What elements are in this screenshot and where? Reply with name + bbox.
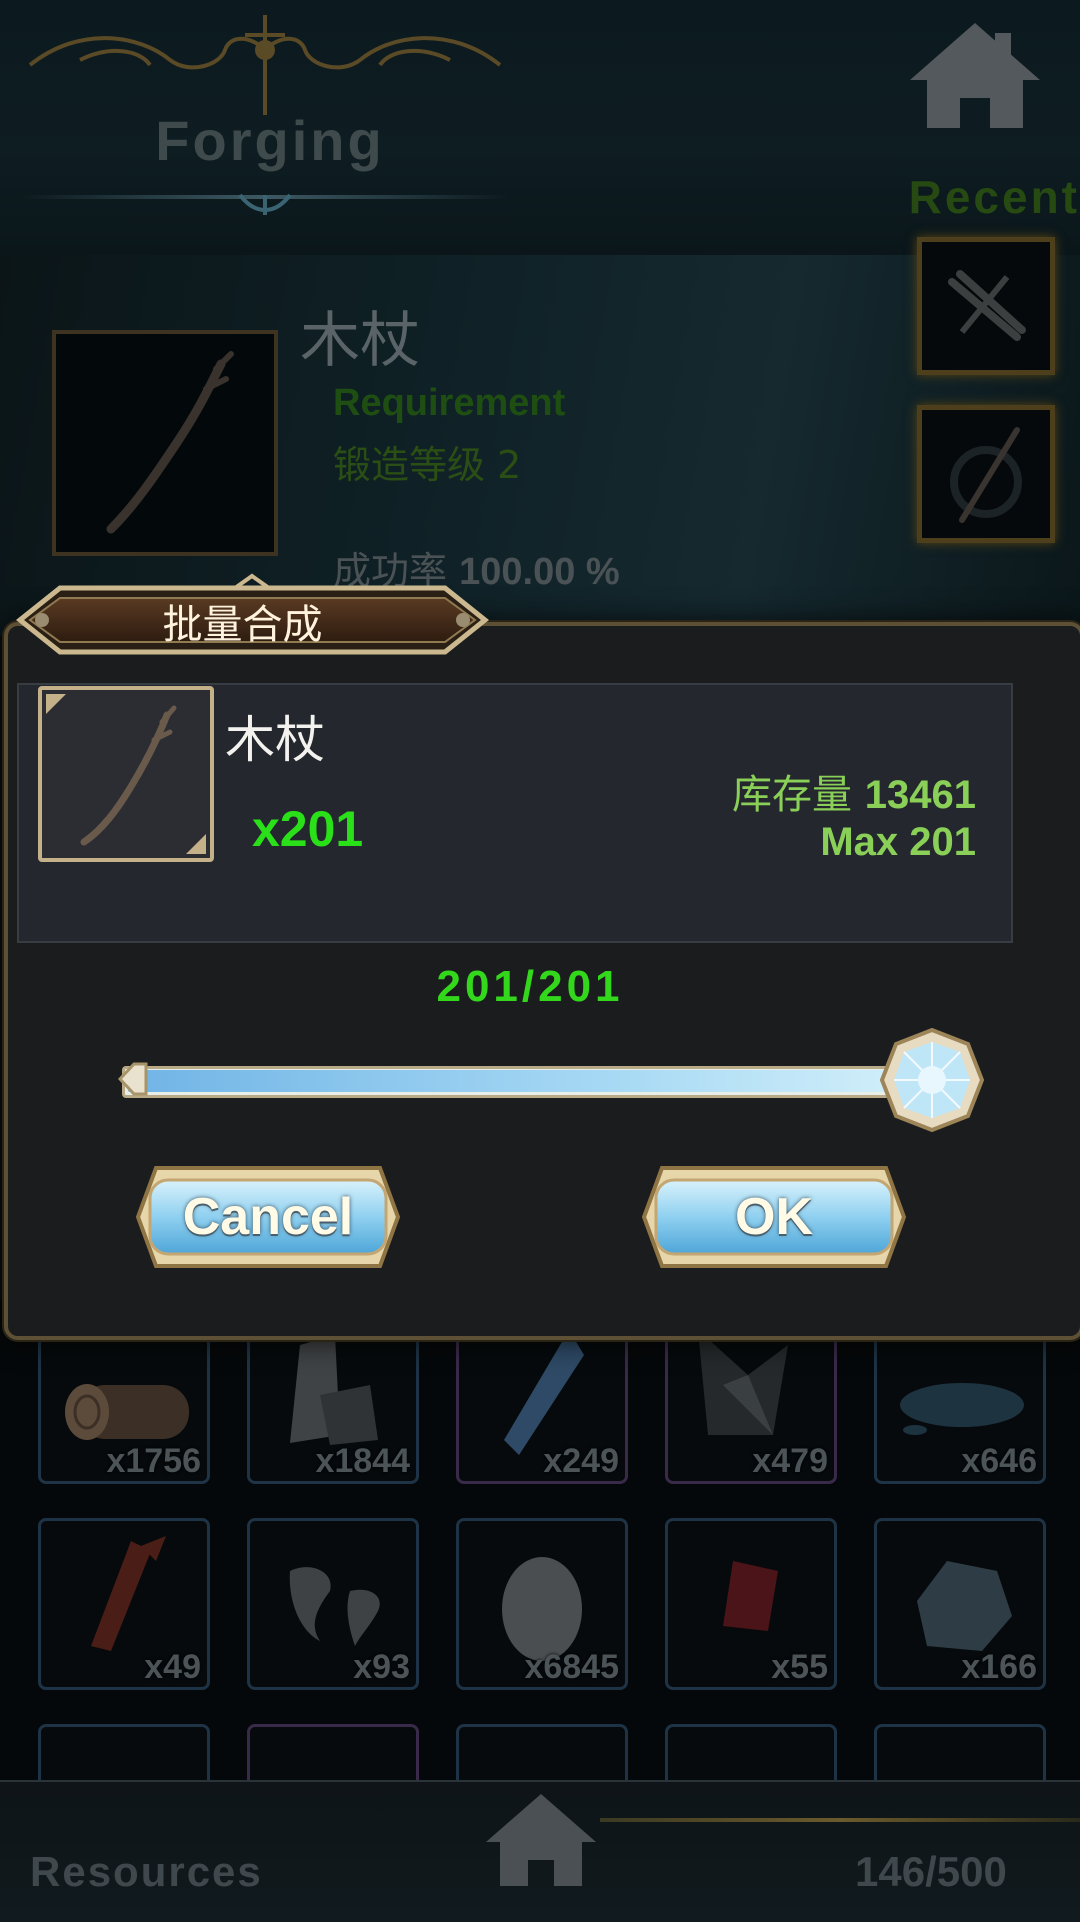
stock-info: 库存量 13461	[620, 762, 976, 820]
selected-item-name: 木杖	[300, 306, 420, 376]
wooden-staff-icon	[950, 427, 1022, 523]
resource-count: x93	[353, 1648, 410, 1686]
max-info: Max 201	[620, 820, 976, 865]
slider-start-cap-icon	[118, 1062, 148, 1096]
selected-item-frame	[52, 330, 278, 556]
resource-count: x166	[961, 1648, 1037, 1686]
resource-count: x646	[961, 1442, 1037, 1480]
resource-slot[interactable]	[665, 1724, 837, 1783]
bottom-bar-divider	[600, 1818, 1080, 1822]
resources-label: Resources	[30, 1848, 263, 1895]
home-button[interactable]	[905, 18, 1045, 133]
cancel-button-label: Cancel	[182, 1188, 354, 1246]
ok-button[interactable]: OK	[634, 1158, 914, 1276]
resource-count: x249	[543, 1442, 619, 1480]
max-value: 201	[909, 820, 976, 864]
ornament-drop-icon	[238, 193, 292, 215]
resource-slot[interactable]: x93	[247, 1518, 419, 1690]
wooden-staff-icon	[106, 351, 234, 534]
recent-label: Recent	[908, 171, 1080, 223]
requirement-value: 锻造等级 2	[333, 443, 522, 487]
title-ornament-icon	[28, 15, 502, 115]
resource-slot[interactable]: x55	[665, 1518, 837, 1690]
resource-slot[interactable]: x6845	[456, 1518, 628, 1690]
resource-slot[interactable]	[247, 1724, 419, 1783]
resource-slot[interactable]	[38, 1724, 210, 1783]
resource-slot[interactable]: x166	[874, 1518, 1046, 1690]
item-name: 木杖	[225, 711, 325, 769]
resource-count: x1844	[315, 1442, 410, 1480]
resource-slot[interactable]	[874, 1724, 1046, 1783]
resource-count: x1756	[106, 1442, 201, 1480]
resources-count: 146/500	[855, 1848, 1007, 1895]
resource-count: x6845	[524, 1648, 619, 1686]
item-frame	[38, 686, 214, 862]
quantity-slider-handle[interactable]	[880, 1028, 984, 1132]
quantity-progress-text: 201/201	[436, 962, 624, 1011]
resource-count: x55	[771, 1648, 828, 1686]
recent-slot-1[interactable]	[917, 237, 1055, 375]
home-nav-button[interactable]	[482, 1790, 600, 1890]
resource-count: x479	[752, 1442, 828, 1480]
resource-count: x49	[144, 1648, 201, 1686]
resource-slot[interactable]	[456, 1724, 628, 1783]
fork-knife-icon	[948, 270, 1026, 341]
dialog-title: 批量合成	[162, 602, 323, 648]
item-quantity: x201	[252, 801, 364, 857]
requirement-label: Requirement	[333, 382, 566, 424]
stock-value: 13461	[864, 773, 976, 817]
stock-label: 库存量	[732, 772, 853, 818]
cancel-button[interactable]: Cancel	[128, 1158, 408, 1276]
max-label: Max	[820, 820, 899, 864]
quantity-slider-fill	[128, 1070, 936, 1092]
ok-button-label: OK	[735, 1188, 813, 1246]
page-title: Forging	[155, 109, 385, 172]
recent-slot-2[interactable]	[917, 405, 1055, 543]
wooden-staff-icon	[46, 694, 206, 854]
resource-slot[interactable]: x49	[38, 1518, 210, 1690]
